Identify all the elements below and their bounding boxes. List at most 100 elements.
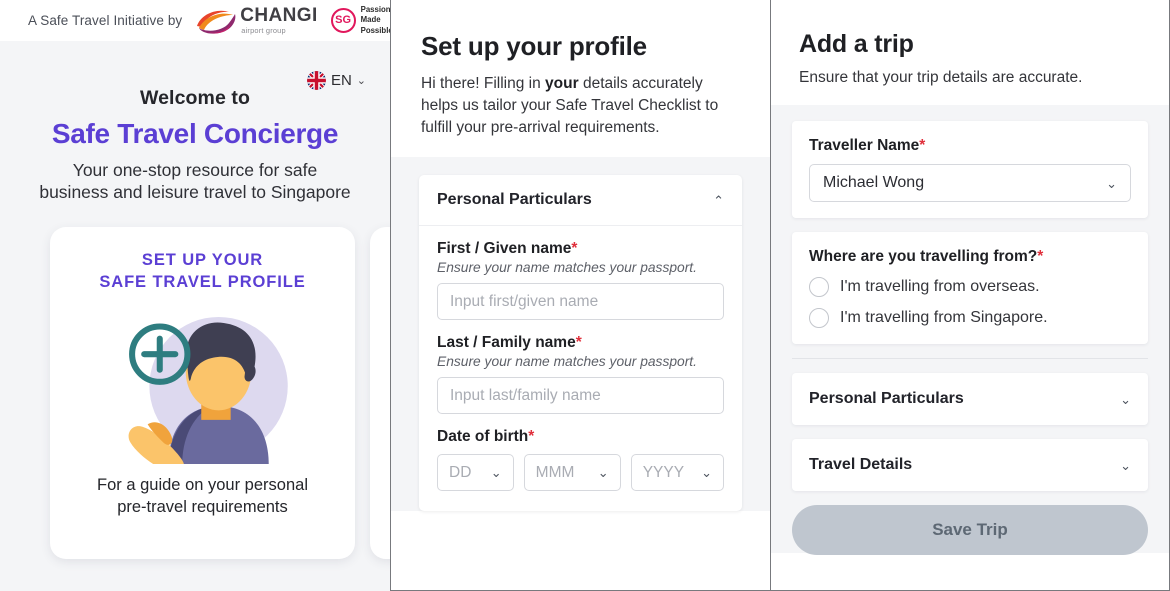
feature-card-carousel: SET UP YOUR SAFE TRAVEL PROFILE For a gu… (0, 226, 390, 559)
feature-card-caption: For a guide on your personal pre-travel … (68, 474, 337, 518)
hero-subtitle: Your one-stop resource for safe business… (0, 159, 390, 204)
first-name-label-text: First / Given name (437, 240, 572, 257)
last-name-label: Last / Family name* (437, 334, 724, 352)
brand-bar: A Safe Travel Initiative by CHANGI airpo… (0, 0, 390, 41)
traveller-name-label-text: Traveller Name (809, 137, 920, 154)
hero-title: Safe Travel Concierge (51, 118, 339, 149)
add-trip-header: Add a trip Ensure that your trip details… (771, 0, 1169, 87)
initiative-text: A Safe Travel Initiative by (28, 13, 183, 28)
section-travel-details-title: Travel Details (809, 456, 913, 473)
chevron-down-icon: ⌄ (701, 465, 712, 480)
add-trip-description: Ensure that your trip details are accura… (799, 69, 1083, 86)
section-personal-particulars[interactable]: Personal Particulars ⌄ (792, 373, 1148, 425)
profile-form-area: Personal Particulars ⌃ First / Given nam… (391, 157, 770, 511)
section-personal-particulars-title: Personal Particulars (809, 390, 964, 407)
changi-name: CHANGI (240, 5, 318, 27)
add-trip-panel: Add a trip Ensure that your trip details… (771, 0, 1170, 591)
add-trip-form-area: Traveller Name* Michael Wong ⌄ Where are… (771, 105, 1169, 555)
sg-tagline-line-2: Made (360, 15, 381, 25)
uk-flag-icon (306, 71, 326, 90)
required-asterisk: * (1037, 248, 1044, 265)
section-travel-details[interactable]: Travel Details ⌄ (792, 439, 1148, 491)
radio-option-singapore-label: I'm travelling from Singapore. (840, 309, 1048, 326)
traveller-name-block: Traveller Name* Michael Wong ⌄ (792, 121, 1148, 218)
dob-day-value: DD (449, 463, 472, 481)
profile-desc-emphasis: your (545, 75, 579, 92)
traveller-name-select[interactable]: Michael Wong ⌄ (809, 164, 1131, 202)
profile-title: Set up your profile (421, 31, 647, 61)
feature-card-next[interactable] (370, 226, 390, 559)
traveller-name-label: Traveller Name* (809, 137, 1131, 155)
language-label: EN (330, 72, 352, 89)
last-name-field: Last / Family name* Ensure your name mat… (437, 334, 724, 414)
sg-tagline: Passion Made Possible (361, 5, 390, 37)
sg-tagline-line-3: Possible (360, 25, 390, 35)
feature-card-caption-line-1: For a guide on your personal (97, 476, 308, 495)
personal-particulars-accordion-header[interactable]: Personal Particulars ⌃ (419, 175, 742, 226)
changi-swoosh-icon (197, 10, 236, 34)
profile-panel: Set up your profile Hi there! Filling in… (390, 0, 771, 591)
date-of-birth-selectors: DD ⌄ MMM ⌄ YYYY ⌄ (437, 454, 724, 491)
first-name-input[interactable]: Input first/given name (437, 283, 724, 320)
save-trip-button[interactable]: Save Trip (792, 505, 1148, 555)
hero-panel: A Safe Travel Initiative by CHANGI airpo… (0, 0, 390, 591)
travel-origin-block: Where are you travelling from?* I'm trav… (792, 232, 1148, 344)
changi-logo: CHANGI airport group (193, 6, 317, 36)
chevron-down-icon: ⌄ (1120, 391, 1131, 407)
feature-card-title: SET UP YOUR SAFE TRAVEL PROFILE (68, 249, 337, 294)
last-name-hint: Ensure your name matches your passport. (437, 354, 697, 369)
feature-card-profile[interactable]: SET UP YOUR SAFE TRAVEL PROFILE For a gu… (50, 226, 355, 559)
date-of-birth-field: Date of birth* DD ⌄ MMM ⌄ YYYY ⌄ (437, 428, 724, 491)
chevron-down-icon: ⌄ (490, 465, 502, 480)
profile-illustration (128, 317, 288, 465)
feature-card-title-line-2: SAFE TRAVEL PROFILE (99, 273, 306, 292)
chevron-up-icon: ⌃ (713, 192, 724, 208)
radio-icon (809, 277, 829, 297)
last-name-label-text: Last / Family name (437, 334, 576, 351)
language-selector[interactable]: EN ⌄ (306, 71, 366, 90)
changi-subtitle: airport group (241, 26, 286, 36)
hero-subtitle-line-2: business and leisure travel to Singapore (39, 182, 351, 203)
date-of-birth-label: Date of birth* (437, 428, 724, 446)
personal-particulars-accordion-body: First / Given name* Ensure your name mat… (419, 226, 742, 511)
profile-description: Hi there! Filling in your details accura… (421, 73, 740, 139)
personal-particulars-accordion: Personal Particulars ⌃ First / Given nam… (419, 175, 742, 511)
profile-header: Set up your profile Hi there! Filling in… (391, 0, 770, 139)
first-name-hint: Ensure your name matches your passport. (437, 260, 697, 275)
chevron-down-icon: ⌄ (1120, 457, 1131, 473)
hero-section: Welcome to Safe Travel Concierge Your on… (0, 41, 390, 204)
required-asterisk: * (528, 428, 535, 445)
feature-card-caption-line-2: pre-travel requirements (117, 498, 288, 517)
first-name-label: First / Given name* (437, 240, 724, 258)
sg-logo: SG Passion Made Possible (330, 5, 390, 37)
date-of-birth-label-text: Date of birth (437, 428, 529, 445)
dob-day-select[interactable]: DD ⌄ (437, 454, 514, 491)
radio-option-overseas[interactable]: I'm travelling from overseas. (809, 277, 1131, 297)
dob-year-value: YYYY (642, 463, 685, 481)
hero-welcome: Welcome to (139, 87, 251, 109)
required-asterisk: * (919, 137, 926, 154)
radio-option-singapore[interactable]: I'm travelling from Singapore. (809, 308, 1131, 328)
dob-year-select[interactable]: YYYY ⌄ (630, 454, 724, 491)
hero-subtitle-line-1: Your one-stop resource for safe (72, 160, 318, 180)
changi-wordmark: CHANGI airport group (240, 6, 317, 34)
chevron-down-icon: ⌄ (597, 465, 609, 480)
dob-month-value: MMM (535, 463, 575, 481)
add-trip-title: Add a trip (799, 30, 914, 58)
required-asterisk: * (575, 334, 582, 351)
profile-desc-part1: Hi there! Filling in (421, 75, 546, 92)
required-asterisk: * (571, 240, 578, 257)
personal-particulars-accordion-title: Personal Particulars (437, 191, 592, 208)
last-name-input[interactable]: Input last/family name (437, 377, 724, 414)
app-stage: A Safe Travel Initiative by CHANGI airpo… (0, 0, 1170, 591)
traveller-name-value: Michael Wong (823, 174, 925, 191)
travel-origin-label-text: Where are you travelling from? (809, 248, 1038, 265)
dob-month-select[interactable]: MMM ⌄ (523, 454, 621, 491)
sg-tagline-line-1: Passion (360, 4, 390, 14)
radio-icon (809, 308, 829, 328)
chevron-down-icon: ⌄ (356, 75, 366, 87)
section-divider (792, 358, 1148, 359)
chevron-down-icon: ⌄ (1106, 175, 1117, 191)
radio-option-overseas-label: I'm travelling from overseas. (840, 278, 1040, 295)
travel-origin-label: Where are you travelling from?* (809, 248, 1131, 266)
